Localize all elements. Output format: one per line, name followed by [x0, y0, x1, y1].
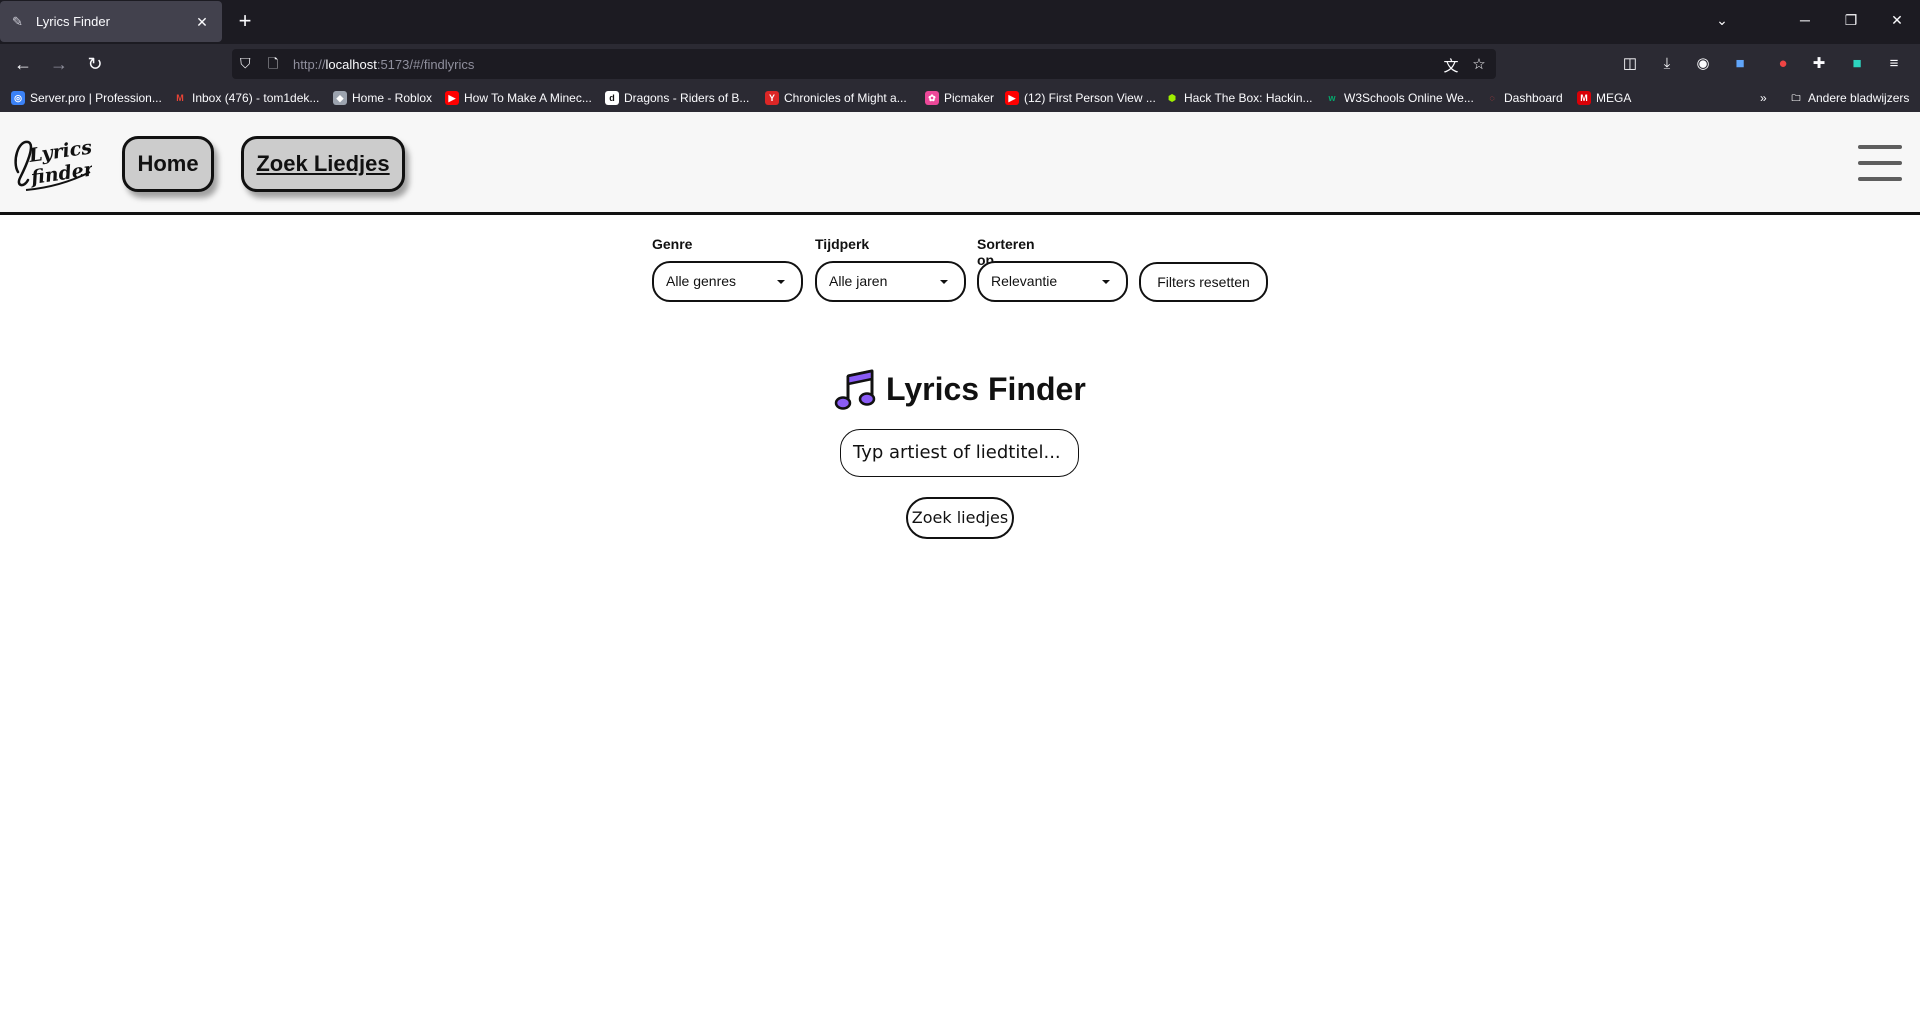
- mega-icon: M: [1577, 91, 1591, 105]
- bookmarks-bar: ◎ Server.pro | Profession... M Inbox (476)…: [0, 84, 1920, 112]
- search-songs-button[interactable]: Zoek liedjes: [906, 497, 1014, 539]
- app-menu-icon[interactable]: ≡: [1883, 53, 1905, 75]
- pocket-icon[interactable]: ◫: [1619, 53, 1641, 75]
- browser-tab-active[interactable]: ✎ Lyrics Finder ✕: [0, 1, 222, 42]
- caret-down-icon: [777, 280, 785, 284]
- reset-filters-button[interactable]: Filters resetten: [1139, 262, 1268, 302]
- forward-icon[interactable]: →: [46, 52, 72, 76]
- page-title-row: Lyrics Finder: [834, 367, 1086, 411]
- folder-icon: 🗀: [1791, 93, 1801, 103]
- dragons-icon: d: [605, 91, 619, 105]
- sort-filter: Sorteren op Relevantie: [977, 236, 1128, 302]
- bookmark-item[interactable]: ◎ Server.pro | Profession...: [11, 90, 162, 106]
- bookmark-item[interactable]: d Dragons - Riders of B...: [605, 90, 749, 106]
- sort-select[interactable]: Relevantie: [977, 261, 1128, 302]
- translate-icon[interactable]: 文: [1442, 55, 1460, 76]
- genre-filter: Genre Alle genres: [652, 236, 803, 302]
- url-bar[interactable]: ⛉ 🗋 http://localhost:5173/#/findlyrics 文…: [232, 49, 1496, 79]
- genre-label: Genre: [652, 236, 693, 252]
- bookmark-star-icon[interactable]: ☆: [1470, 55, 1488, 73]
- era-select-value: Alle jaren: [829, 273, 888, 289]
- w3schools-icon: w: [1328, 93, 1336, 103]
- bookmark-item[interactable]: M Inbox (476) - tom1dek...: [173, 90, 319, 106]
- bookmark-item[interactable]: ▶ How To Make A Minec...: [445, 90, 592, 106]
- extension-teal-icon[interactable]: ■: [1846, 53, 1868, 75]
- shield-icon[interactable]: ⛉: [240, 55, 256, 73]
- era-filter: Tijdperk Alle jaren: [815, 236, 966, 302]
- download-icon[interactable]: ⤓: [1656, 53, 1678, 75]
- search-input[interactable]: Typ artiest of liedtitel...: [840, 429, 1079, 477]
- page-title: Lyrics Finder: [886, 370, 1086, 407]
- genre-select[interactable]: Alle genres: [652, 261, 803, 302]
- dashboard-icon: ◌: [1489, 93, 1495, 103]
- picmaker-icon: ✿: [925, 91, 939, 105]
- back-icon[interactable]: ←: [10, 52, 36, 76]
- youtube-icon: ▶: [1005, 91, 1019, 105]
- tab-title: Lyrics Finder: [36, 14, 110, 29]
- sort-select-value: Relevantie: [991, 273, 1058, 289]
- nav-home-button[interactable]: Home: [122, 136, 214, 192]
- bookmark-item[interactable]: Y Chronicles of Might a...: [765, 90, 907, 106]
- bookmark-item[interactable]: ◆ Home - Roblox: [333, 90, 432, 106]
- gmail-icon: M: [176, 93, 184, 103]
- window-close-icon[interactable]: ✕: [1887, 12, 1907, 29]
- translate-extension-icon[interactable]: ■: [1729, 53, 1751, 75]
- minimize-icon[interactable]: ─: [1795, 12, 1815, 28]
- caret-down-icon: [940, 280, 948, 284]
- server-icon: ◎: [11, 91, 25, 105]
- nav-search-songs-button[interactable]: Zoek Liedjes: [241, 136, 405, 192]
- sort-label: Sorteren op: [977, 236, 1035, 268]
- url-text[interactable]: http://localhost:5173/#/findlyrics: [293, 57, 474, 72]
- lyrics-finder-logo[interactable]: Lyrics finder: [8, 132, 92, 194]
- hackthebox-icon: ⬢: [1168, 93, 1176, 103]
- music-note-icon: [834, 369, 876, 410]
- other-bookmarks[interactable]: 🗀 Andere bladwijzers: [1789, 90, 1909, 106]
- bookmark-item[interactable]: w W3Schools Online We...: [1325, 90, 1473, 106]
- list-all-tabs-icon[interactable]: ⌄: [1712, 12, 1732, 29]
- genre-select-value: Alle genres: [666, 273, 737, 289]
- account-icon[interactable]: ◉: [1692, 53, 1714, 75]
- bookmark-item[interactable]: ◌ Dashboard: [1485, 90, 1562, 106]
- era-label: Tijdperk: [815, 236, 870, 252]
- bookmark-item[interactable]: M MEGA: [1577, 90, 1631, 106]
- close-icon[interactable]: ✕: [192, 12, 212, 32]
- extensions-puzzle-icon[interactable]: ✚: [1808, 53, 1830, 75]
- browser-toolbar: ← → ↻ ⛉ 🗋 http://localhost:5173/#/findly…: [0, 44, 1920, 84]
- new-tab-button[interactable]: +: [234, 10, 256, 33]
- bookmark-item[interactable]: ✿ Picmaker: [925, 90, 994, 106]
- bookmarks-overflow-icon[interactable]: »: [1760, 90, 1767, 106]
- reload-icon[interactable]: ↻: [82, 52, 108, 76]
- bookmark-item[interactable]: ⬢ Hack The Box: Hackin...: [1165, 90, 1312, 106]
- browser-tab-bar: ✎ Lyrics Finder ✕ + ⌄ ─ ❐ ✕: [0, 0, 1920, 44]
- chronicles-icon: Y: [765, 91, 779, 105]
- site-header: Lyrics finder Home Zoek Liedjes: [0, 112, 1920, 215]
- caret-down-icon: [1102, 280, 1110, 284]
- quill-icon: ✎: [12, 13, 23, 29]
- extension-red-icon[interactable]: ●: [1772, 53, 1794, 75]
- youtube-icon: ▶: [445, 91, 459, 105]
- era-select[interactable]: Alle jaren: [815, 261, 966, 302]
- page-icon[interactable]: 🗋: [268, 55, 282, 73]
- restore-icon[interactable]: ❐: [1841, 12, 1861, 29]
- roblox-icon: ◆: [333, 91, 347, 105]
- hamburger-menu-icon[interactable]: [1858, 145, 1902, 181]
- bookmark-item[interactable]: ▶ (12) First Person View ...: [1005, 90, 1156, 106]
